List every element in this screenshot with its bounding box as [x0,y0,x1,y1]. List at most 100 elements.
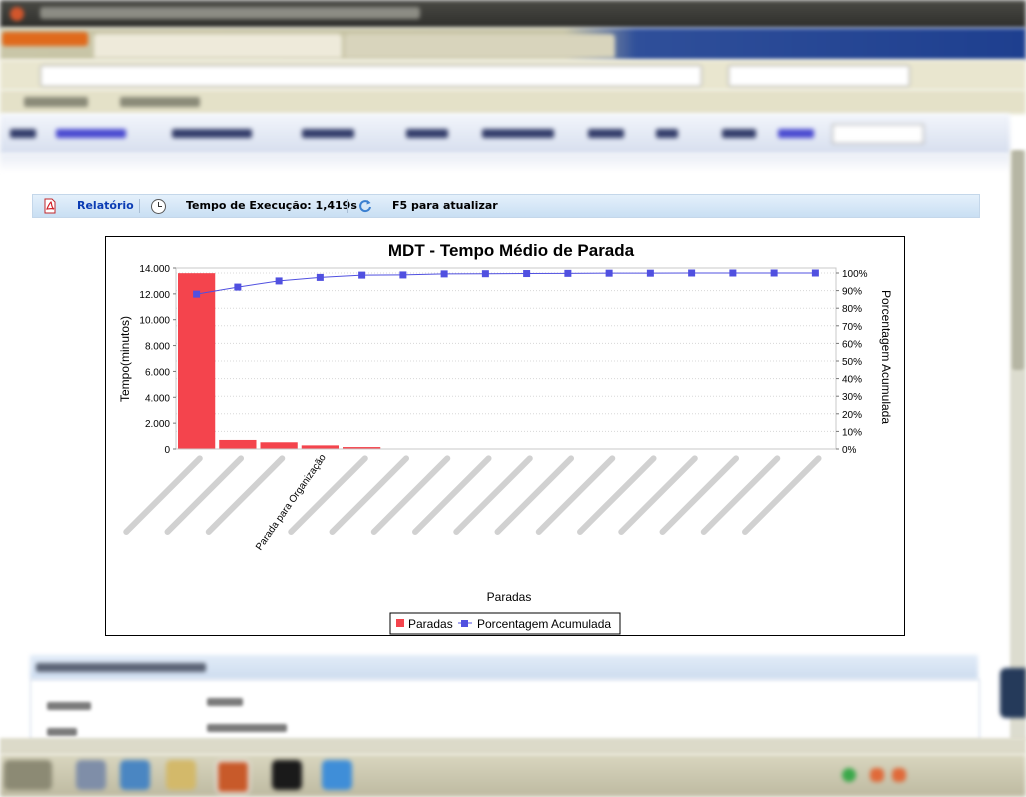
close-window-icon[interactable] [10,7,24,21]
exec-time-label: Tempo de Execução: 1,419s [186,199,357,212]
bar [260,442,298,449]
y-tick-label: 0 [164,445,170,456]
x-tick-label-blurred [164,455,245,535]
bar [219,439,257,449]
line-point [316,273,324,281]
line-point [193,290,201,298]
legend-swatch-bar [396,619,404,627]
chart-axes: 0 2.000 4.000 6.000 8.000 10.000 12.000 14.000 0… [123,264,868,553]
y2-tick-label: 60% [842,339,862,350]
line-point [275,277,283,285]
taskbar-app-icon[interactable] [76,760,106,790]
taskbar-app-icon[interactable] [322,760,352,790]
line-point [688,269,696,277]
browser-tab-active[interactable] [94,34,342,58]
pdf-icon [43,198,57,214]
detail-value [207,698,243,706]
page-scrollbar[interactable] [1010,150,1026,740]
x-tick-label-blurred [618,455,698,535]
y2-tick-label: 90% [842,287,862,298]
browser-tab[interactable] [345,34,615,58]
refresh-icon[interactable] [358,199,372,213]
bar-series [178,273,381,449]
y-axis-label: Tempo(minutos) [118,316,132,402]
taskbar-app-icon[interactable] [216,760,250,794]
x-tick-label-blurred [742,455,822,535]
line-point [440,270,448,278]
bookmark-item[interactable] [120,97,200,107]
taskbar-app-icon[interactable] [272,760,302,790]
line-point [811,269,819,277]
start-button[interactable] [4,760,52,790]
line-point [564,269,572,277]
bar [178,273,216,449]
x-tick-label-blurred [370,455,451,535]
taskbar-app-icon[interactable] [166,760,196,790]
menu-item[interactable] [172,129,252,138]
y2-tick-label: 40% [842,375,862,386]
browser-menu-button[interactable] [2,32,88,46]
line-point [605,269,613,277]
y-tick-label: 6.000 [145,367,170,378]
browser-navigation-bar [0,60,1026,90]
y2-tick-label: 10% [842,427,862,438]
line-point [358,271,366,279]
refresh-hint[interactable]: F5 para atualizar [358,195,498,217]
y2-tick-label: 80% [842,304,862,315]
x-tick-label-blurred [412,455,492,535]
line-point [481,270,489,278]
scrollbar-thumb[interactable] [1012,150,1024,370]
detail-section-body [30,679,980,741]
detail-label [47,702,91,710]
browser-search-box[interactable] [728,65,910,87]
tray-icon[interactable] [842,768,856,782]
legend-swatch-marker [461,620,468,627]
menu-item[interactable] [10,129,36,138]
menu-item[interactable] [656,129,678,138]
line-point [729,269,737,277]
bookmarks-bar [0,90,1026,114]
y-tick-label: 10.000 [139,316,170,327]
bar [301,445,339,449]
y2-axis-label: Porcentagem Acumulada [879,290,893,424]
os-taskbar [0,754,1026,797]
plot-area [175,267,837,450]
y2-tick-label: 30% [842,392,862,403]
menu-item[interactable] [56,129,126,138]
chart-panel: MDT - Tempo Médio de Parada 0 2.000 4.000 6… [105,236,905,636]
detail-section-title [36,663,206,672]
menu-item[interactable] [406,129,448,138]
menu-item[interactable] [778,129,814,138]
taskbar-app-icon[interactable] [120,760,150,790]
y2-tick-label: 70% [842,322,862,333]
detail-value [207,724,287,732]
bookmark-item[interactable] [24,97,88,107]
horizontal-scrollbar[interactable] [0,738,1026,754]
detail-label [47,728,77,736]
x-tick-label-blurred [453,455,533,535]
exec-time: Tempo de Execução: 1,419s [151,195,357,217]
report-link[interactable]: Relatório [43,195,134,217]
refresh-hint-label: F5 para atualizar [392,199,498,212]
address-bar[interactable] [40,65,702,87]
menu-search-field[interactable] [832,124,924,144]
report-link-label[interactable]: Relatório [77,195,134,217]
legend-label-line: Porcentagem Acumulada [477,617,611,631]
chart-gridlines [176,272,836,450]
x-tick-label-blurred [700,455,781,535]
side-widget[interactable] [1000,668,1026,718]
y2-tick-label: 100% [842,269,868,280]
x-tick-label-blurred [535,455,616,535]
window-title [40,7,420,19]
menu-item[interactable] [482,129,554,138]
x-tick-label-blurred [577,455,657,535]
tray-icon[interactable] [892,768,906,782]
menu-item[interactable] [302,129,354,138]
menu-item[interactable] [588,129,624,138]
toolbar-divider [347,199,348,213]
y-tick-label: 12.000 [139,290,170,301]
chart-title: MDT - Tempo Médio de Parada [388,241,635,260]
y-tick-label: 8.000 [145,342,170,353]
tray-icon[interactable] [870,768,884,782]
menu-item[interactable] [722,129,756,138]
